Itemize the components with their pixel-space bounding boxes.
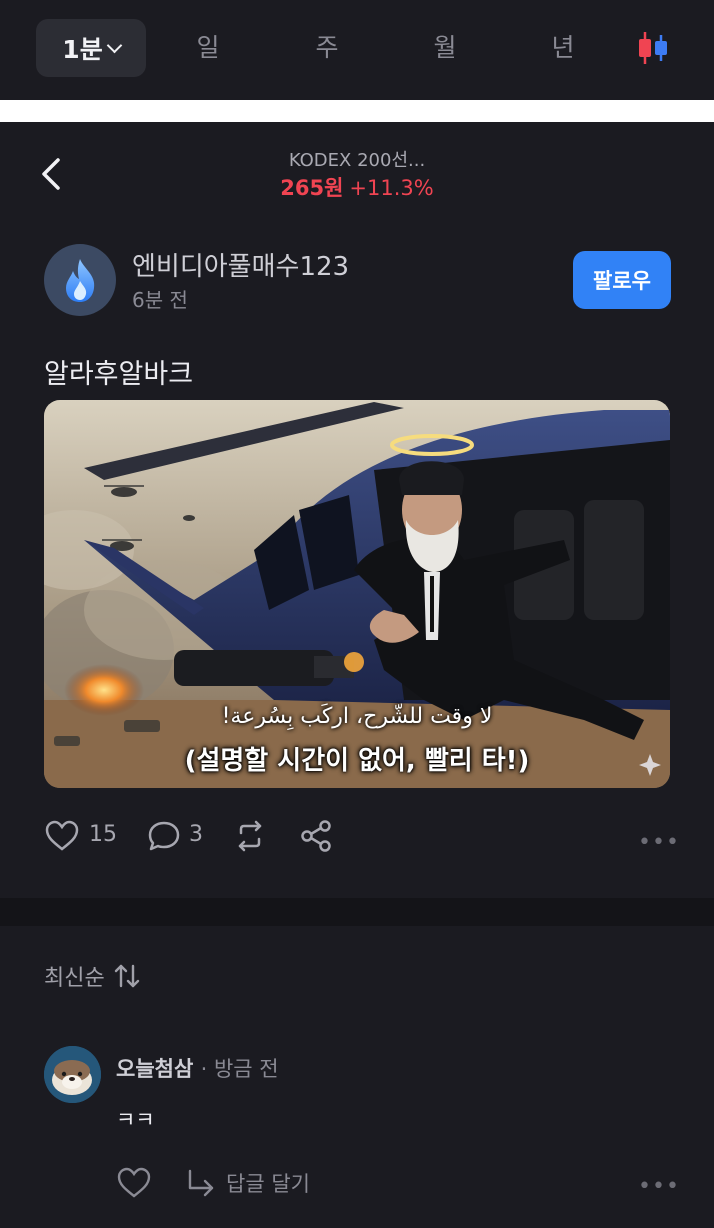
sort-toggle[interactable]: 최신순 bbox=[44, 960, 141, 992]
otter-avatar-icon bbox=[44, 1046, 101, 1103]
flame-icon bbox=[66, 259, 95, 302]
sort-label: 최신순 bbox=[44, 966, 105, 991]
stock-name[interactable]: KODEX 200선... bbox=[207, 146, 507, 172]
comment-text: ㅋㅋ bbox=[116, 1108, 155, 1132]
comment-author[interactable]: 오늘첨삼 bbox=[116, 1057, 193, 1081]
chevron-down-icon bbox=[106, 37, 122, 53]
image-caption-arabic: لا وقت للشّرح، اركَب بِسُرعة! bbox=[221, 704, 493, 729]
reply-arrow-icon bbox=[188, 1169, 214, 1197]
repost-icon[interactable] bbox=[232, 818, 268, 854]
comment-more-button[interactable]: ••• bbox=[638, 1174, 680, 1199]
author-name[interactable]: 엔비디아풀매수123 bbox=[132, 246, 349, 283]
tab-year[interactable]: 년 bbox=[533, 28, 593, 64]
comment-author-line: 오늘첨삼 · 방금 전 bbox=[116, 1053, 279, 1083]
stock-change: +11.3% bbox=[349, 176, 434, 200]
comment-bubble-icon[interactable] bbox=[146, 818, 182, 854]
share-icon[interactable] bbox=[298, 818, 334, 854]
section-separator bbox=[0, 898, 714, 926]
post-title: 알라후알바크 bbox=[44, 359, 194, 390]
helicopter-scene-image bbox=[44, 400, 670, 788]
comment-count: 3 bbox=[189, 822, 203, 847]
comment-avatar[interactable] bbox=[44, 1046, 101, 1103]
sort-arrows-icon bbox=[114, 964, 139, 988]
post-time: 6분 전 bbox=[132, 288, 188, 312]
comment-time: · 방금 전 bbox=[200, 1057, 279, 1081]
author-avatar[interactable] bbox=[44, 244, 116, 316]
post-more-button[interactable]: ••• bbox=[638, 830, 680, 855]
tab-day[interactable]: 일 bbox=[178, 28, 238, 64]
image-caption-korean: (설명할 시간이 없어, 빨리 타!) bbox=[184, 746, 530, 776]
post-image[interactable] bbox=[44, 400, 670, 788]
candlestick-icon[interactable] bbox=[636, 30, 670, 66]
like-count: 15 bbox=[89, 822, 117, 847]
stock-price-line: 265원 +11.3% bbox=[207, 172, 507, 202]
divider-strip bbox=[0, 100, 714, 122]
period-selected-label: 1분 bbox=[62, 35, 103, 64]
reply-label: 답글 달기 bbox=[226, 1172, 310, 1196]
follow-button[interactable]: 팔로우 bbox=[573, 251, 671, 309]
period-selector-1min[interactable]: 1분 bbox=[36, 19, 146, 77]
reply-button[interactable]: 답글 달기 bbox=[186, 1168, 310, 1198]
tab-week[interactable]: 주 bbox=[297, 28, 357, 64]
back-arrow-icon[interactable] bbox=[38, 157, 68, 191]
comment-heart-icon[interactable] bbox=[116, 1166, 152, 1200]
stock-price: 265원 bbox=[280, 176, 344, 200]
tab-month[interactable]: 월 bbox=[415, 28, 475, 64]
heart-icon[interactable] bbox=[44, 818, 80, 854]
